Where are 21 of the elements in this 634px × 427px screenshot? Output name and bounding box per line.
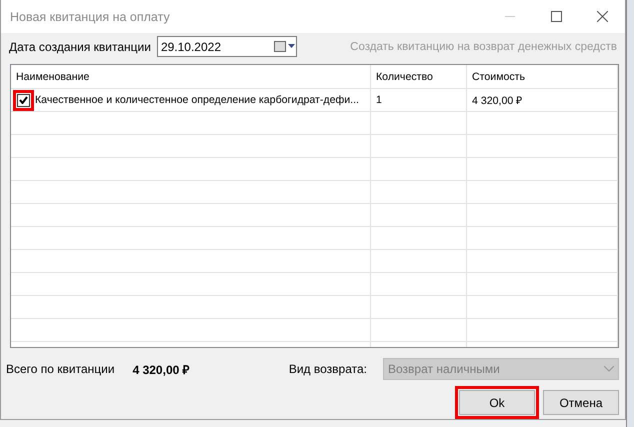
table-cell-text: 4 320,00 ₽: [472, 94, 522, 107]
close-icon: [596, 11, 608, 22]
calendar-icon[interactable]: [274, 41, 296, 52]
column-header[interactable]: Наименование: [11, 65, 371, 88]
dialog-button[interactable]: Отмена: [543, 390, 619, 415]
table-cell: 1: [376, 94, 382, 106]
maximize-icon: [550, 11, 562, 22]
minimize-icon: [505, 16, 515, 17]
dialog-button[interactable]: Ok: [459, 390, 535, 415]
checkmark-icon: [19, 96, 28, 104]
column-header[interactable]: Количество: [371, 65, 467, 88]
date-field[interactable]: 29.10.2022: [156, 36, 297, 57]
chevron-down-icon: [604, 366, 614, 372]
total-value: 4 320,00 ₽: [132, 362, 190, 378]
table-cell: Качественное и количестенное определение карбогидрат-дефи...: [35, 94, 359, 106]
column-header[interactable]: Стоимость: [467, 65, 618, 88]
total-label: Всего по квитанции: [6, 362, 115, 376]
date-label: Дата создания квитанции: [9, 40, 151, 54]
refund-type-label: Вид возврата:: [288, 362, 367, 376]
checkbox[interactable]: [17, 94, 30, 106]
window-title: Новая квитанция на оплату: [10, 10, 171, 24]
